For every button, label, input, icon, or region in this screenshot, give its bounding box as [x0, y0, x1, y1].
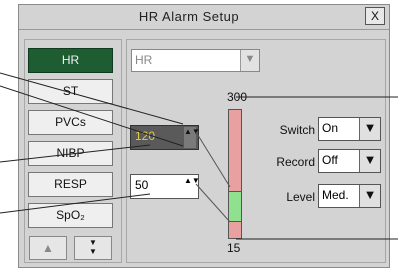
upper-limit-spinner[interactable]: 120 ▲▼: [130, 125, 200, 150]
switch-value: On: [322, 121, 339, 135]
scroll-up-button[interactable]: ▲: [29, 236, 67, 260]
lower-limit-spinner[interactable]: 50 ▲▼: [130, 174, 200, 199]
record-label: Record: [276, 155, 315, 169]
chevron-down-icon: ▼: [359, 150, 380, 172]
level-label: Level: [286, 190, 315, 204]
chevron-down-icon: ▼: [240, 50, 259, 71]
parameter-select-value: HR: [135, 53, 153, 67]
chevron-down-icon: ▼: [359, 118, 380, 140]
scroll-up-icon: ▲: [42, 241, 54, 255]
title-bar: HR Alarm Setup X: [19, 5, 389, 30]
level-dropdown[interactable]: Med. ▼: [318, 184, 381, 208]
switch-dropdown[interactable]: On ▼: [318, 117, 381, 141]
tab-pvcs[interactable]: PVCs: [28, 110, 113, 135]
scale-min-label: 15: [227, 241, 241, 255]
switch-label: Switch: [279, 123, 315, 137]
dialog-title: HR Alarm Setup: [138, 9, 240, 24]
alarm-range-bar: [228, 109, 242, 239]
tab-nibp[interactable]: NIBP: [28, 141, 113, 166]
normal-range-segment: [229, 190, 241, 223]
spin-arrows-icon: ▲▼: [184, 176, 200, 185]
tab-spo2[interactable]: SpO₂: [28, 203, 113, 228]
scroll-down-button[interactable]: ▼▼: [74, 236, 112, 260]
upper-limit-value: 120: [135, 129, 156, 143]
parameter-select[interactable]: HR ▼: [131, 49, 260, 72]
tab-resp[interactable]: RESP: [28, 172, 113, 197]
chevron-down-icon: ▼: [359, 185, 380, 207]
tab-hr[interactable]: HR: [28, 48, 113, 73]
scroll-down-icon: ▼▼: [89, 238, 97, 256]
record-value: Off: [322, 153, 338, 167]
spin-arrows-icon: ▲▼: [184, 127, 200, 148]
tab-st[interactable]: ST: [28, 79, 113, 104]
scale-max-label: 300: [227, 90, 248, 104]
alarm-setup-dialog: HR Alarm Setup X HR ST PVCs NIBP RESP Sp…: [18, 4, 390, 268]
level-value: Med.: [322, 188, 349, 202]
lower-limit-value: 50: [135, 178, 149, 192]
record-dropdown[interactable]: Off ▼: [318, 149, 381, 173]
close-button[interactable]: X: [365, 7, 385, 25]
